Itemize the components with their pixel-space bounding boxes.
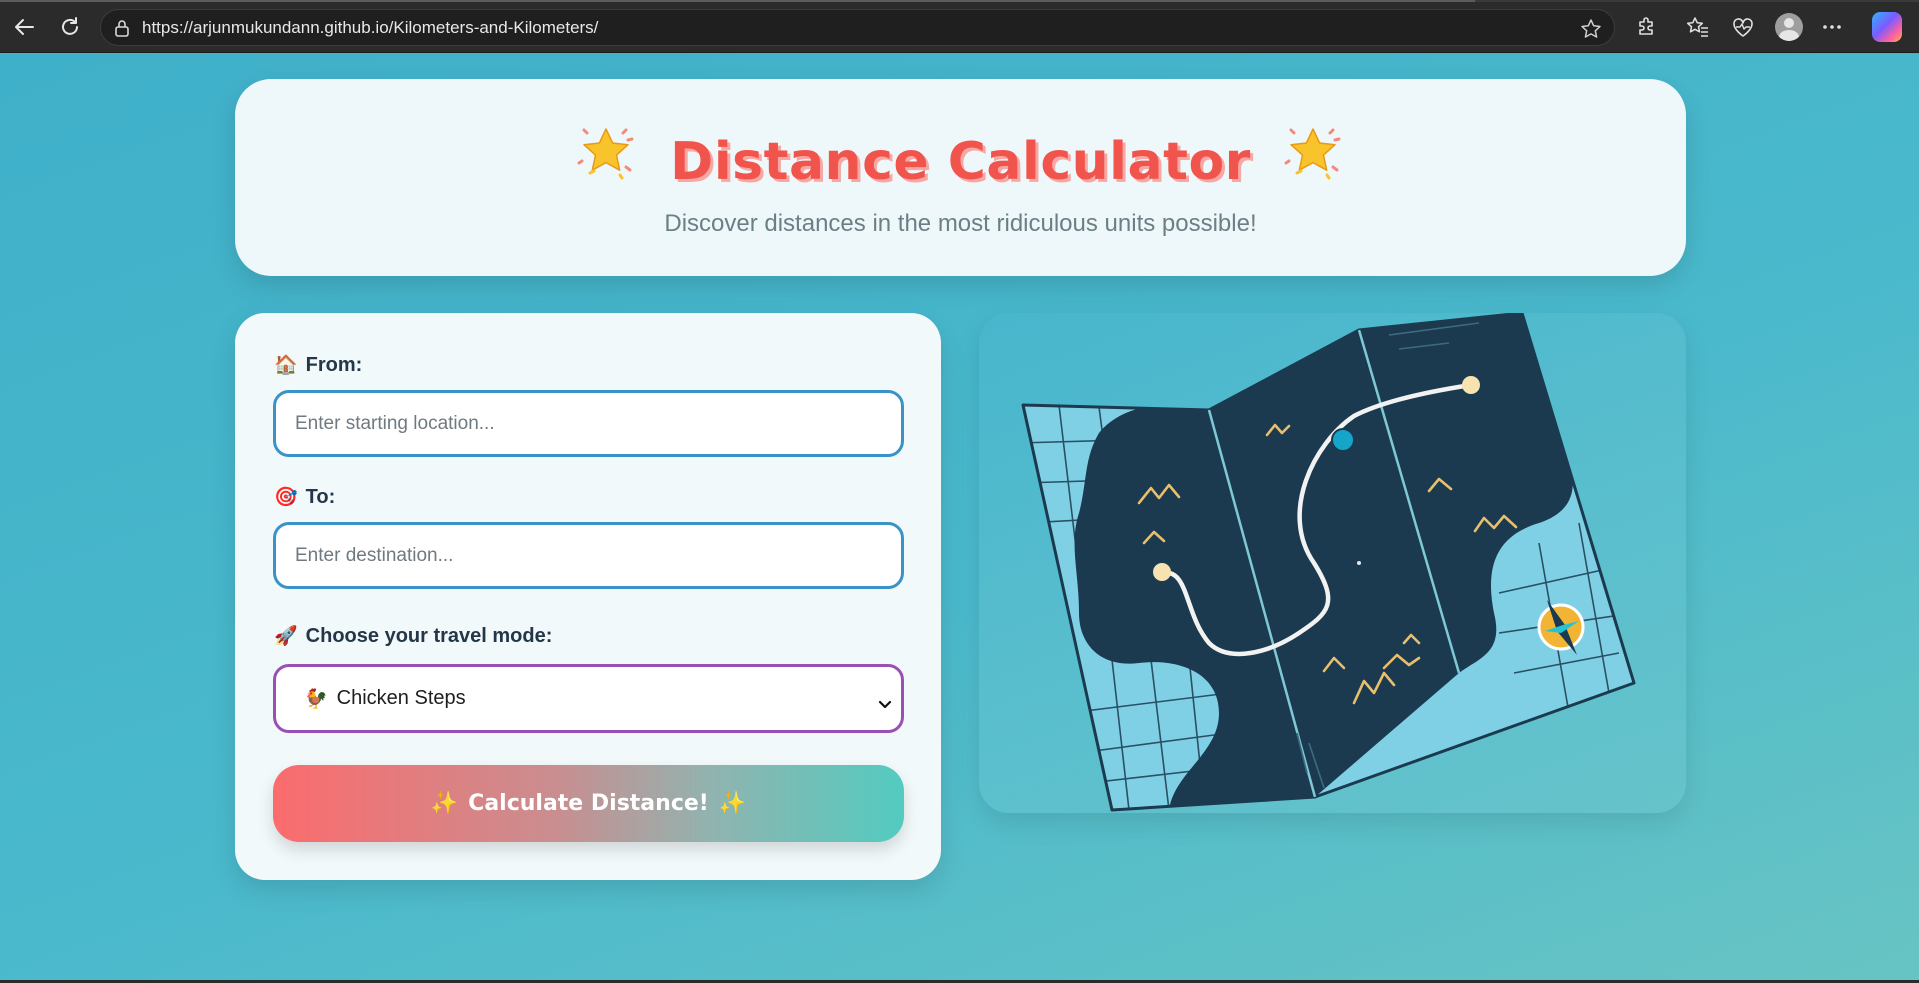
from-input[interactable] [273, 390, 904, 457]
profile-icon[interactable] [1775, 13, 1803, 41]
route-end-marker [1462, 376, 1480, 394]
travel-mode-label-text: Choose your travel mode: [305, 624, 553, 647]
map-dot [1357, 561, 1361, 565]
rooster-icon: 🐓 [304, 688, 328, 710]
refresh-icon[interactable] [56, 13, 84, 41]
travel-mode-selected: Chicken Steps [336, 687, 466, 709]
route-start-marker [1153, 563, 1171, 581]
health-icon[interactable] [1729, 13, 1757, 41]
star-sparkle-icon [1284, 128, 1341, 180]
sparkles-icon: ✨ [718, 791, 747, 816]
chevron-down-icon [878, 693, 892, 716]
page-title: Distance Calculator [235, 123, 1686, 192]
browser-toolbar: https://arjunmukundann.github.io/Kilomet… [0, 0, 1919, 53]
favorite-star-icon[interactable] [1580, 18, 1602, 44]
copilot-icon[interactable] [1872, 12, 1902, 42]
travel-mode-label: 🚀 Choose your travel mode: [274, 624, 552, 648]
back-icon[interactable] [10, 13, 38, 41]
address-bar[interactable]: https://arjunmukundann.github.io/Kilomet… [100, 9, 1615, 46]
travel-mode-select[interactable]: 🐓 Chicken Steps [273, 664, 904, 733]
header-card: Distance Calculator Discover distances i… [235, 79, 1686, 276]
rocket-icon: 🚀 [274, 626, 298, 647]
extensions-icon[interactable] [1633, 13, 1661, 41]
house-icon: 🏠 [274, 355, 298, 376]
current-location-marker [1331, 428, 1355, 452]
more-icon[interactable] [1818, 13, 1846, 41]
favorites-icon[interactable] [1684, 13, 1712, 41]
page-title-text: Distance Calculator [670, 132, 1251, 192]
to-input[interactable] [273, 522, 904, 589]
map-illustration-card [979, 313, 1686, 813]
calculator-form: 🏠 From: 🎯 To: 🚀 Choose your travel mode:… [235, 313, 941, 880]
to-label-text: To: [305, 485, 336, 508]
active-tab-indicator [0, 0, 1475, 2]
page-subtitle: Discover distances in the most ridiculou… [664, 210, 1257, 237]
avatar-body [1779, 30, 1799, 41]
from-label-text: From: [305, 353, 363, 376]
lock-icon[interactable] [114, 19, 130, 41]
target-icon: 🎯 [274, 487, 298, 508]
from-label: 🏠 From: [274, 353, 362, 377]
avatar-head [1784, 18, 1794, 28]
calculate-distance-button[interactable]: ✨ Calculate Distance! ✨ [273, 765, 904, 842]
folded-map-illustration [1021, 313, 1636, 812]
to-label: 🎯 To: [274, 485, 335, 509]
sparkles-icon: ✨ [430, 791, 459, 816]
url-text[interactable]: https://arjunmukundann.github.io/Kilomet… [142, 18, 598, 38]
star-sparkle-icon [577, 128, 634, 180]
tab-strip [0, 0, 1919, 2]
calculate-distance-label: Calculate Distance! [468, 791, 709, 816]
